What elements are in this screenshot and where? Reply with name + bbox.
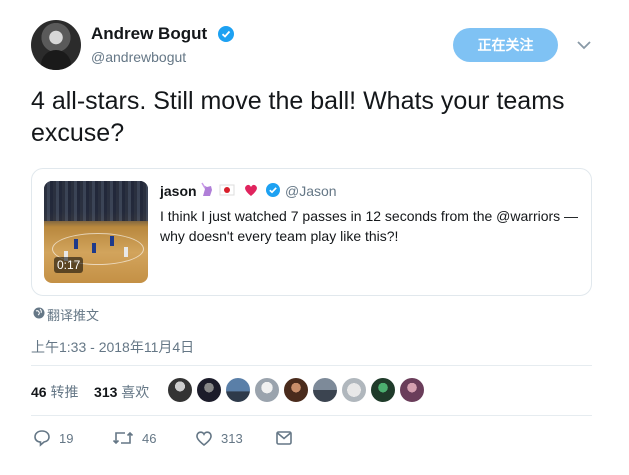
like-button[interactable]: 313 [195, 428, 243, 448]
divider [31, 365, 592, 366]
liker-avatar[interactable] [312, 377, 338, 403]
unicorn-emoji-icon [201, 182, 212, 196]
liker-avatar[interactable] [196, 377, 222, 403]
likes-stat[interactable]: 313 喜欢 [94, 384, 149, 400]
engagement-stats: 46 转推 313 喜欢 [31, 382, 149, 402]
video-duration: 0:17 [54, 257, 84, 273]
direct-message-button[interactable] [275, 428, 301, 448]
divider [31, 415, 592, 416]
quoted-author-name[interactable]: jason [160, 183, 197, 199]
translate-tweet-link[interactable]: 翻译推文 [47, 305, 99, 324]
liker-avatar[interactable] [341, 377, 367, 403]
following-button[interactable]: 正在关注 [453, 28, 558, 62]
retweet-button[interactable]: 46 [112, 428, 156, 448]
globe-icon[interactable] [33, 307, 45, 319]
heart-icon [196, 431, 212, 447]
reply-icon [34, 430, 50, 447]
reply-button[interactable]: 19 [33, 428, 73, 448]
retweets-stat[interactable]: 46 转推 [31, 384, 78, 400]
author-handle[interactable]: @andrewbogut [91, 49, 186, 65]
liker-avatar[interactable] [283, 377, 309, 403]
author-name[interactable]: Andrew Bogut [91, 24, 207, 44]
chevron-down-icon[interactable] [575, 38, 593, 52]
retweet-icon [112, 431, 134, 445]
quoted-tweet-text: I think I just watched 7 passes in 12 se… [160, 208, 579, 244]
tweet-timestamp[interactable]: 上午1:33 - 2018年11月4日 [31, 337, 194, 357]
verified-icon [266, 183, 280, 197]
liker-avatar[interactable] [370, 377, 396, 403]
japan-flag-icon [219, 184, 235, 196]
verified-icon [218, 26, 234, 42]
liker-avatar[interactable] [225, 377, 251, 403]
author-avatar[interactable] [31, 20, 81, 70]
liker-avatar[interactable] [167, 377, 193, 403]
liker-avatar[interactable] [399, 377, 425, 403]
liker-avatar[interactable] [254, 377, 280, 403]
red-heart-icon [245, 184, 257, 196]
quoted-author-handle[interactable]: @Jason [285, 183, 337, 199]
tweet-text: 4 all-stars. Still move the ball! Whats … [31, 87, 565, 147]
message-icon [276, 431, 292, 445]
